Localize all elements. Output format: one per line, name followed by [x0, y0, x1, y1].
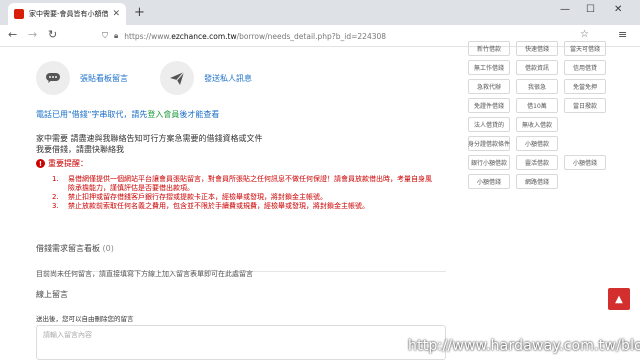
rule-text: 易借網僅提供一個網站平台讓會員張貼留言，對會員所張貼之任何訊息不做任何保證！請會… — [68, 175, 432, 192]
browser-tab-bar: 家中需要-會員皆有小額借款刷卡... ✕ + — ☐ ✕ — [0, 0, 640, 25]
rule-item: 3. 禁止放款前索取任何名義之費用，包含並不限於手續費或規費，經檢舉或發現，將封鎖… — [52, 202, 432, 211]
rules-list: 1. 易借網僅提供一個網站平台讓會員張貼留言，對會員所張貼之任何訊息不做任何保證！… — [52, 175, 432, 211]
window-minimize-button[interactable]: — — [560, 4, 570, 15]
description-line-2: 我要借錢，請盡快聯絡我 — [36, 145, 124, 154]
page-content: 張貼看板留言 發送私人訊息 電話已用"借錢"字串取代，請先登入會員後才能查看 家… — [0, 41, 640, 360]
online-message-title: 線上留言 — [36, 290, 68, 299]
notice-post: 後才能查看 — [179, 110, 220, 119]
category-tag[interactable]: 網路借錢 — [516, 174, 558, 189]
category-grid: 新竹借款 快速借錢 當天可借錢 無工作借錢 借款資訊 信用借貸 急救代辦 我很急… — [468, 41, 618, 189]
category-tag[interactable]: 當天可借錢 — [564, 41, 606, 56]
rule-text: 禁止扣押或留存借錢客戶銀行存摺或提款卡正本，經檢舉或發現，將封鎖金主帳號。 — [68, 193, 327, 201]
category-tag[interactable]: 快速借錢 — [516, 41, 558, 56]
category-tag[interactable]: 小額借錢 — [564, 155, 606, 170]
notice-pre: 電話已用"借錢"字串取代，請先 — [36, 110, 148, 119]
login-member-link[interactable]: 登入會員 — [147, 110, 179, 119]
board-count: (0) — [102, 244, 114, 253]
delete-note: 送出後，您可以自由刪除您的留言 — [36, 315, 134, 323]
bookmark-star-icon[interactable]: ☆ — [580, 29, 589, 40]
description-line-1: 家中需要 請盡速與我聯絡告知可行方案急需要的借錢資格或文件 — [36, 134, 263, 143]
board-heading: 借錢需求留言看板 (0) — [36, 243, 114, 254]
forward-arrow-icon[interactable]: → — [28, 28, 37, 41]
window-close-button[interactable]: ✕ — [614, 4, 622, 15]
login-notice: 電話已用"借錢"字串取代，請先登入會員後才能查看 — [36, 109, 219, 120]
category-tag[interactable]: 我很急 — [516, 79, 558, 94]
back-arrow-icon[interactable]: ← — [8, 28, 17, 41]
category-tag[interactable]: 當日撥款 — [564, 98, 606, 113]
category-tag[interactable]: 信用借貸 — [564, 60, 606, 75]
category-tag[interactable]: 免證件借錢 — [468, 98, 510, 113]
category-tag[interactable]: 身分證借款條件 — [468, 136, 510, 151]
category-tag[interactable]: 法人借貸的 — [468, 117, 510, 132]
chevron-up-icon: ▲ — [615, 293, 623, 305]
send-private-action[interactable]: 發送私人訊息 — [160, 61, 252, 95]
empty-message: 目前尚未任何留言，請直接填寫下方線上加入留言表單即可在此處留言 — [36, 270, 253, 278]
rule-number: 1. — [52, 175, 59, 183]
url-prefix: https://www. — [124, 31, 172, 41]
category-tag[interactable]: 小額借錢 — [468, 174, 510, 189]
url-host: ezchance.com.tw — [171, 31, 237, 41]
category-tag[interactable]: 銀行小額借款 — [468, 155, 510, 170]
paper-plane-icon[interactable] — [160, 61, 194, 95]
message-textarea[interactable]: 請輸入留言內容 — [36, 325, 446, 360]
need-description: 家中需要 請盡速與我聯絡告知可行方案急需要的借錢資格或文件 我要借錢，請盡快聯絡… — [36, 133, 263, 155]
action-row: 張貼看板留言 發送私人訊息 — [36, 61, 276, 97]
new-tab-button[interactable]: + — [134, 5, 145, 20]
site-favicon-icon — [14, 9, 24, 19]
tab-close-icon[interactable]: ✕ — [112, 9, 120, 19]
category-tag[interactable]: 免當免押 — [564, 79, 606, 94]
category-tag[interactable]: 無收入借款 — [516, 117, 558, 132]
lock-icon[interactable]: 🔒︎ — [114, 31, 118, 41]
important-heading: ! 重要提醒： — [36, 158, 88, 169]
category-tag[interactable]: 借10萬 — [516, 98, 558, 113]
tab-title: 家中需要-會員皆有小額借款刷卡... — [29, 10, 109, 18]
category-tag[interactable]: 靈活借款 — [516, 155, 558, 170]
category-tag[interactable]: 借款資訊 — [516, 60, 558, 75]
chat-bubble-icon[interactable] — [36, 61, 70, 95]
reload-icon[interactable]: ↻ — [48, 28, 57, 41]
rule-number: 3. — [52, 202, 59, 210]
rule-number: 2. — [52, 193, 59, 201]
category-tag[interactable]: 小額借款 — [516, 136, 558, 151]
rule-text: 禁止放款前索取任何名義之費用，包含並不限於手續費或規費，經檢舉或發現，將封鎖金主… — [68, 202, 369, 210]
post-message-link[interactable]: 張貼看板留言 — [80, 73, 128, 84]
watermark-text: http://www.hardaway.com.tw/blog — [408, 338, 640, 354]
category-tag[interactable]: 無工作借錢 — [468, 60, 510, 75]
category-tag-empty — [564, 136, 606, 151]
board-title: 借錢需求留言看板 — [36, 244, 100, 253]
url-path: /borrow/needs_detail.php?b_id=224308 — [236, 31, 387, 41]
category-tag-empty — [564, 117, 606, 132]
send-private-link[interactable]: 發送私人訊息 — [204, 73, 252, 84]
window-maximize-button[interactable]: ☐ — [586, 4, 595, 15]
back-to-top-button[interactable]: ▲ — [608, 288, 630, 310]
rule-item: 1. 易借網僅提供一個網站平台讓會員張貼留言，對會員所張貼之任何訊息不做任何保證！… — [52, 175, 432, 193]
category-tag[interactable]: 急救代辦 — [468, 79, 510, 94]
post-message-action[interactable]: 張貼看板留言 — [36, 61, 128, 95]
important-title: 重要提醒： — [48, 159, 88, 168]
rule-item: 2. 禁止扣押或留存借錢客戶銀行存摺或提款卡正本，經檢舉或發現，將封鎖金主帳號。 — [52, 193, 432, 202]
shield-icon[interactable]: ⛉ — [102, 31, 108, 41]
category-tag[interactable]: 新竹借款 — [468, 41, 510, 56]
browser-menu-icon[interactable]: ≡ — [618, 28, 627, 41]
alert-icon: ! — [36, 159, 45, 168]
browser-tab[interactable]: 家中需要-會員皆有小額借款刷卡... ✕ — [8, 3, 126, 25]
